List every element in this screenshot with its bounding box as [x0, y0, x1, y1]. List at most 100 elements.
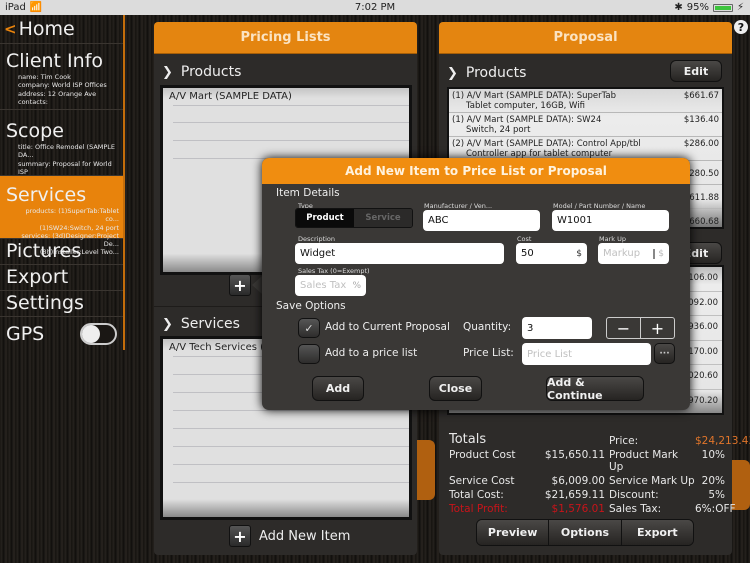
sidebar-item-export[interactable]: Export — [0, 265, 123, 291]
total-cost-value: $21,659.11 — [544, 489, 605, 501]
table-row[interactable]: (1) A/V Mart (SAMPLE DATA): SW24 Switch, … — [449, 113, 722, 137]
field-value: Markup — [603, 248, 641, 259]
row-text: (2) A/V Mart (SAMPLE DATA): Control App/… — [452, 139, 641, 149]
row-price: $286.00 — [683, 139, 719, 149]
bluetooth-icon: ✱ — [674, 2, 683, 13]
clock: 7:02 PM — [354, 2, 396, 13]
row-price: $661.67 — [683, 91, 719, 101]
scope-title: title: Office Remodel (SAMPLE DA... — [18, 143, 116, 160]
service-markup-value: 20% — [701, 475, 725, 487]
gps-toggle[interactable] — [80, 323, 117, 345]
add-to-proposal-checkbox[interactable]: ✓ — [298, 318, 320, 338]
cost-input[interactable]: 50 $ — [516, 243, 587, 264]
total-cost-label: Total Cost: — [449, 489, 504, 501]
price-list-input[interactable]: Price List — [522, 343, 651, 365]
field-value: 3 — [527, 322, 534, 334]
quantity-input[interactable]: 3 — [522, 317, 592, 339]
sidebar-item-pictures[interactable]: Pictures — [0, 239, 123, 265]
add-to-proposal-label: Add to Current Proposal — [325, 321, 450, 333]
battery-icon — [712, 3, 733, 12]
markup-input[interactable]: Markup $ — [598, 243, 669, 264]
description-input[interactable]: Widget — [295, 243, 504, 264]
sidebar-item-gps: GPS — [0, 317, 123, 352]
add-button[interactable]: Add — [312, 376, 364, 401]
dialog-title: Add New Item to Price List or Proposal — [262, 158, 690, 184]
sidebar-item-scope[interactable]: Scope title: Office Remodel (SAMPLE DA..… — [0, 110, 123, 201]
add-to-price-list-label: Add to a price list — [325, 347, 418, 359]
chevron-right-icon: ❯ — [447, 65, 458, 81]
total-profit-label: Total Profit: — [449, 503, 508, 515]
services-section-header[interactable]: ❯ Services — [162, 316, 240, 332]
service-cost-label: Service Cost — [449, 475, 515, 487]
close-button[interactable]: Close — [429, 376, 482, 401]
model-label: Model / Part Number / Name — [553, 202, 646, 210]
scope-summary: summary: Proposal for World ISP — [18, 159, 112, 176]
manufacturer-input[interactable]: ABC — [423, 210, 540, 231]
options-button[interactable]: Options — [549, 520, 622, 545]
markup-label: Mark Up — [599, 235, 626, 243]
add-and-continue-button[interactable]: Add & Continue — [546, 376, 644, 402]
popover-arrow — [252, 276, 262, 294]
price-list-picker-button[interactable]: ··· — [654, 343, 675, 364]
sidebar-item-label: Export — [6, 266, 69, 288]
sales-tax-input[interactable]: Sales Tax% — [295, 275, 366, 296]
status-bar: iPad 📶 7:02 PM ✱ 95% ⚡ — [0, 0, 750, 15]
row-text: (1) A/V Mart (SAMPLE DATA): SuperTab — [452, 91, 617, 101]
products-section-label: Products — [180, 64, 242, 80]
sidebar-home-label: Home — [18, 17, 75, 40]
list-item[interactable]: A/V Tech Services ( — [169, 342, 264, 353]
add-to-price-list-checkbox[interactable] — [298, 344, 320, 364]
total-profit-value: $1,576.01 — [551, 503, 605, 515]
row-text: Switch, 24 port — [466, 125, 531, 135]
proposal-actions: Preview Options Export — [476, 519, 694, 546]
type-service-option[interactable]: Service — [354, 209, 412, 227]
type-segmented-control: Product Service — [295, 208, 413, 228]
price-label: Price: — [609, 435, 639, 447]
field-value: Widget — [300, 248, 336, 259]
products-section-header[interactable]: ❯ Products — [162, 64, 241, 80]
sidebar-item-client-info[interactable]: Client Info name: Tim Cook company: Worl… — [0, 44, 123, 110]
add-new-item-button[interactable]: + Add New Item — [229, 525, 350, 547]
edit-products-button[interactable]: Edit — [670, 60, 722, 82]
proposal-title: Proposal — [439, 22, 732, 54]
save-options-heading: Save Options — [276, 300, 346, 312]
sales-tax-value: 6%:OFF — [695, 503, 736, 515]
table-row[interactable]: (1) A/V Mart (SAMPLE DATA): SuperTab Tabl… — [449, 89, 722, 113]
row-price: $136.40 — [683, 115, 719, 125]
sidebar-item-services[interactable]: Services products: (1)SuperTab:Tablet co… — [0, 176, 123, 256]
product-cost-value: $15,650.11 — [544, 449, 605, 461]
client-name: name: Tim Cook — [18, 73, 71, 81]
sidebar: < Home Client Info name: Tim Cook compan… — [0, 15, 125, 350]
type-product-option[interactable]: Product — [296, 209, 354, 227]
add-product-list-button[interactable]: + — [229, 274, 251, 296]
field-value: 50 — [521, 248, 534, 259]
increment-button[interactable]: + — [641, 318, 674, 338]
field-suffix: $ — [653, 248, 664, 259]
quantity-stepper: − + — [606, 317, 675, 339]
preview-button[interactable]: Preview — [477, 520, 550, 545]
sidebar-item-settings[interactable]: Settings — [0, 291, 123, 317]
sidebar-home[interactable]: < Home — [0, 15, 123, 44]
export-button[interactable]: Export — [621, 520, 693, 545]
services-products: products: (1)SuperTab:Tablet co... — [25, 207, 119, 224]
proposal-products-header[interactable]: ❯ Products — [447, 65, 526, 81]
sidebar-item-label: Settings — [6, 292, 84, 314]
sales-tax-label: Sales Tax: — [609, 503, 662, 515]
product-markup-label: Product Mark Up — [609, 449, 679, 473]
help-icon[interactable]: ? — [734, 20, 748, 34]
charging-icon: ⚡ — [736, 2, 744, 13]
discount-label: Discount: — [609, 489, 659, 501]
add-item-dialog: Add New Item to Price List or Proposal I… — [262, 158, 690, 410]
list-item[interactable]: A/V Mart (SAMPLE DATA) — [169, 91, 292, 102]
client-address: address: 12 Orange Ave — [18, 89, 97, 98]
battery-percent: 95% — [686, 2, 709, 13]
totals-section: Totals Price: $24,213.43 Product Cost $1… — [449, 432, 750, 515]
price-value: $24,213.43 — [695, 435, 750, 447]
product-cost-label: Product Cost — [449, 449, 516, 461]
row-text: (1) A/V Mart (SAMPLE DATA): SW24 — [452, 115, 602, 125]
model-input[interactable]: W1001 — [552, 210, 669, 231]
cost-label: Cost — [517, 235, 532, 243]
decrement-button[interactable]: − — [607, 318, 641, 338]
field-suffix: $ — [576, 248, 582, 259]
field-suffix: % — [352, 280, 361, 291]
